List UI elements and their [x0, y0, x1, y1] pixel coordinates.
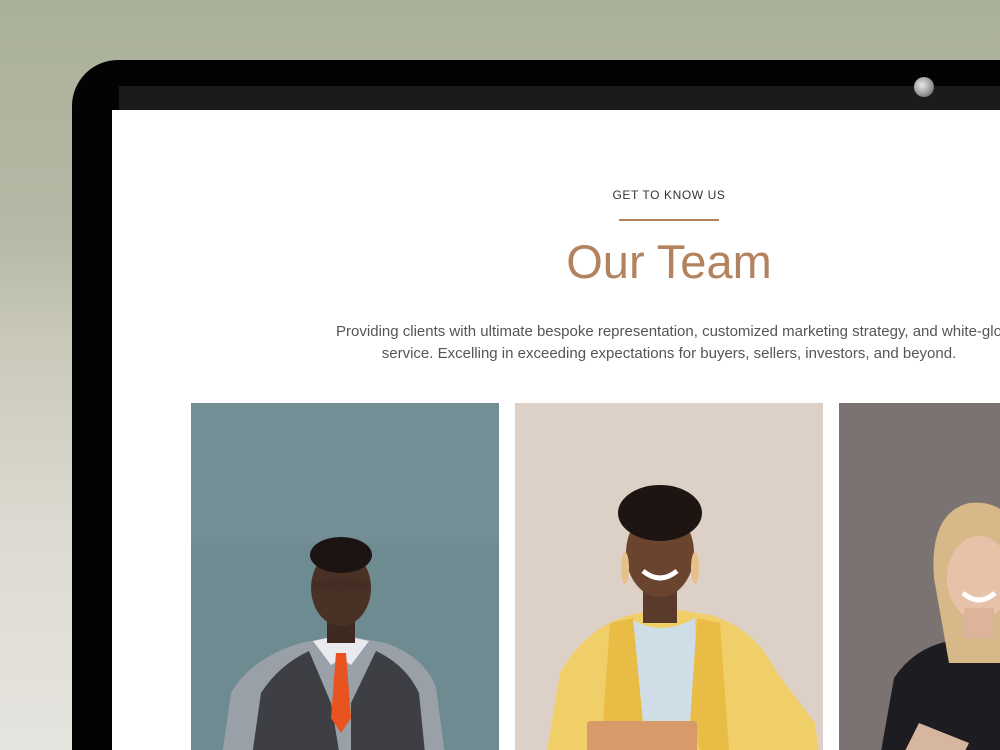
section-eyebrow: GET TO KNOW US — [612, 188, 726, 202]
web-page: GET TO KNOW US Our Team Providing client… — [112, 110, 1000, 750]
title-divider — [619, 219, 719, 221]
portrait-woman-yellow-illustration — [515, 403, 823, 750]
webcam-icon — [914, 77, 934, 97]
portrait-man-illustration — [191, 403, 499, 750]
section-title: Our Team — [566, 235, 772, 288]
screen-top-bezel — [119, 86, 1000, 110]
portrait-woman-blonde-illustration — [839, 403, 1000, 750]
intro-line-1: Providing clients with ultimate bespoke … — [336, 323, 1000, 340]
team-member-photo-3[interactable] — [839, 403, 1000, 750]
section-intro: Providing clients with ultimate bespoke … — [112, 321, 1000, 365]
team-member-photo-1[interactable] — [191, 403, 499, 750]
team-member-photo-2[interactable] — [515, 403, 823, 750]
intro-line-2: service. Excelling in exceeding expectat… — [381, 345, 957, 362]
